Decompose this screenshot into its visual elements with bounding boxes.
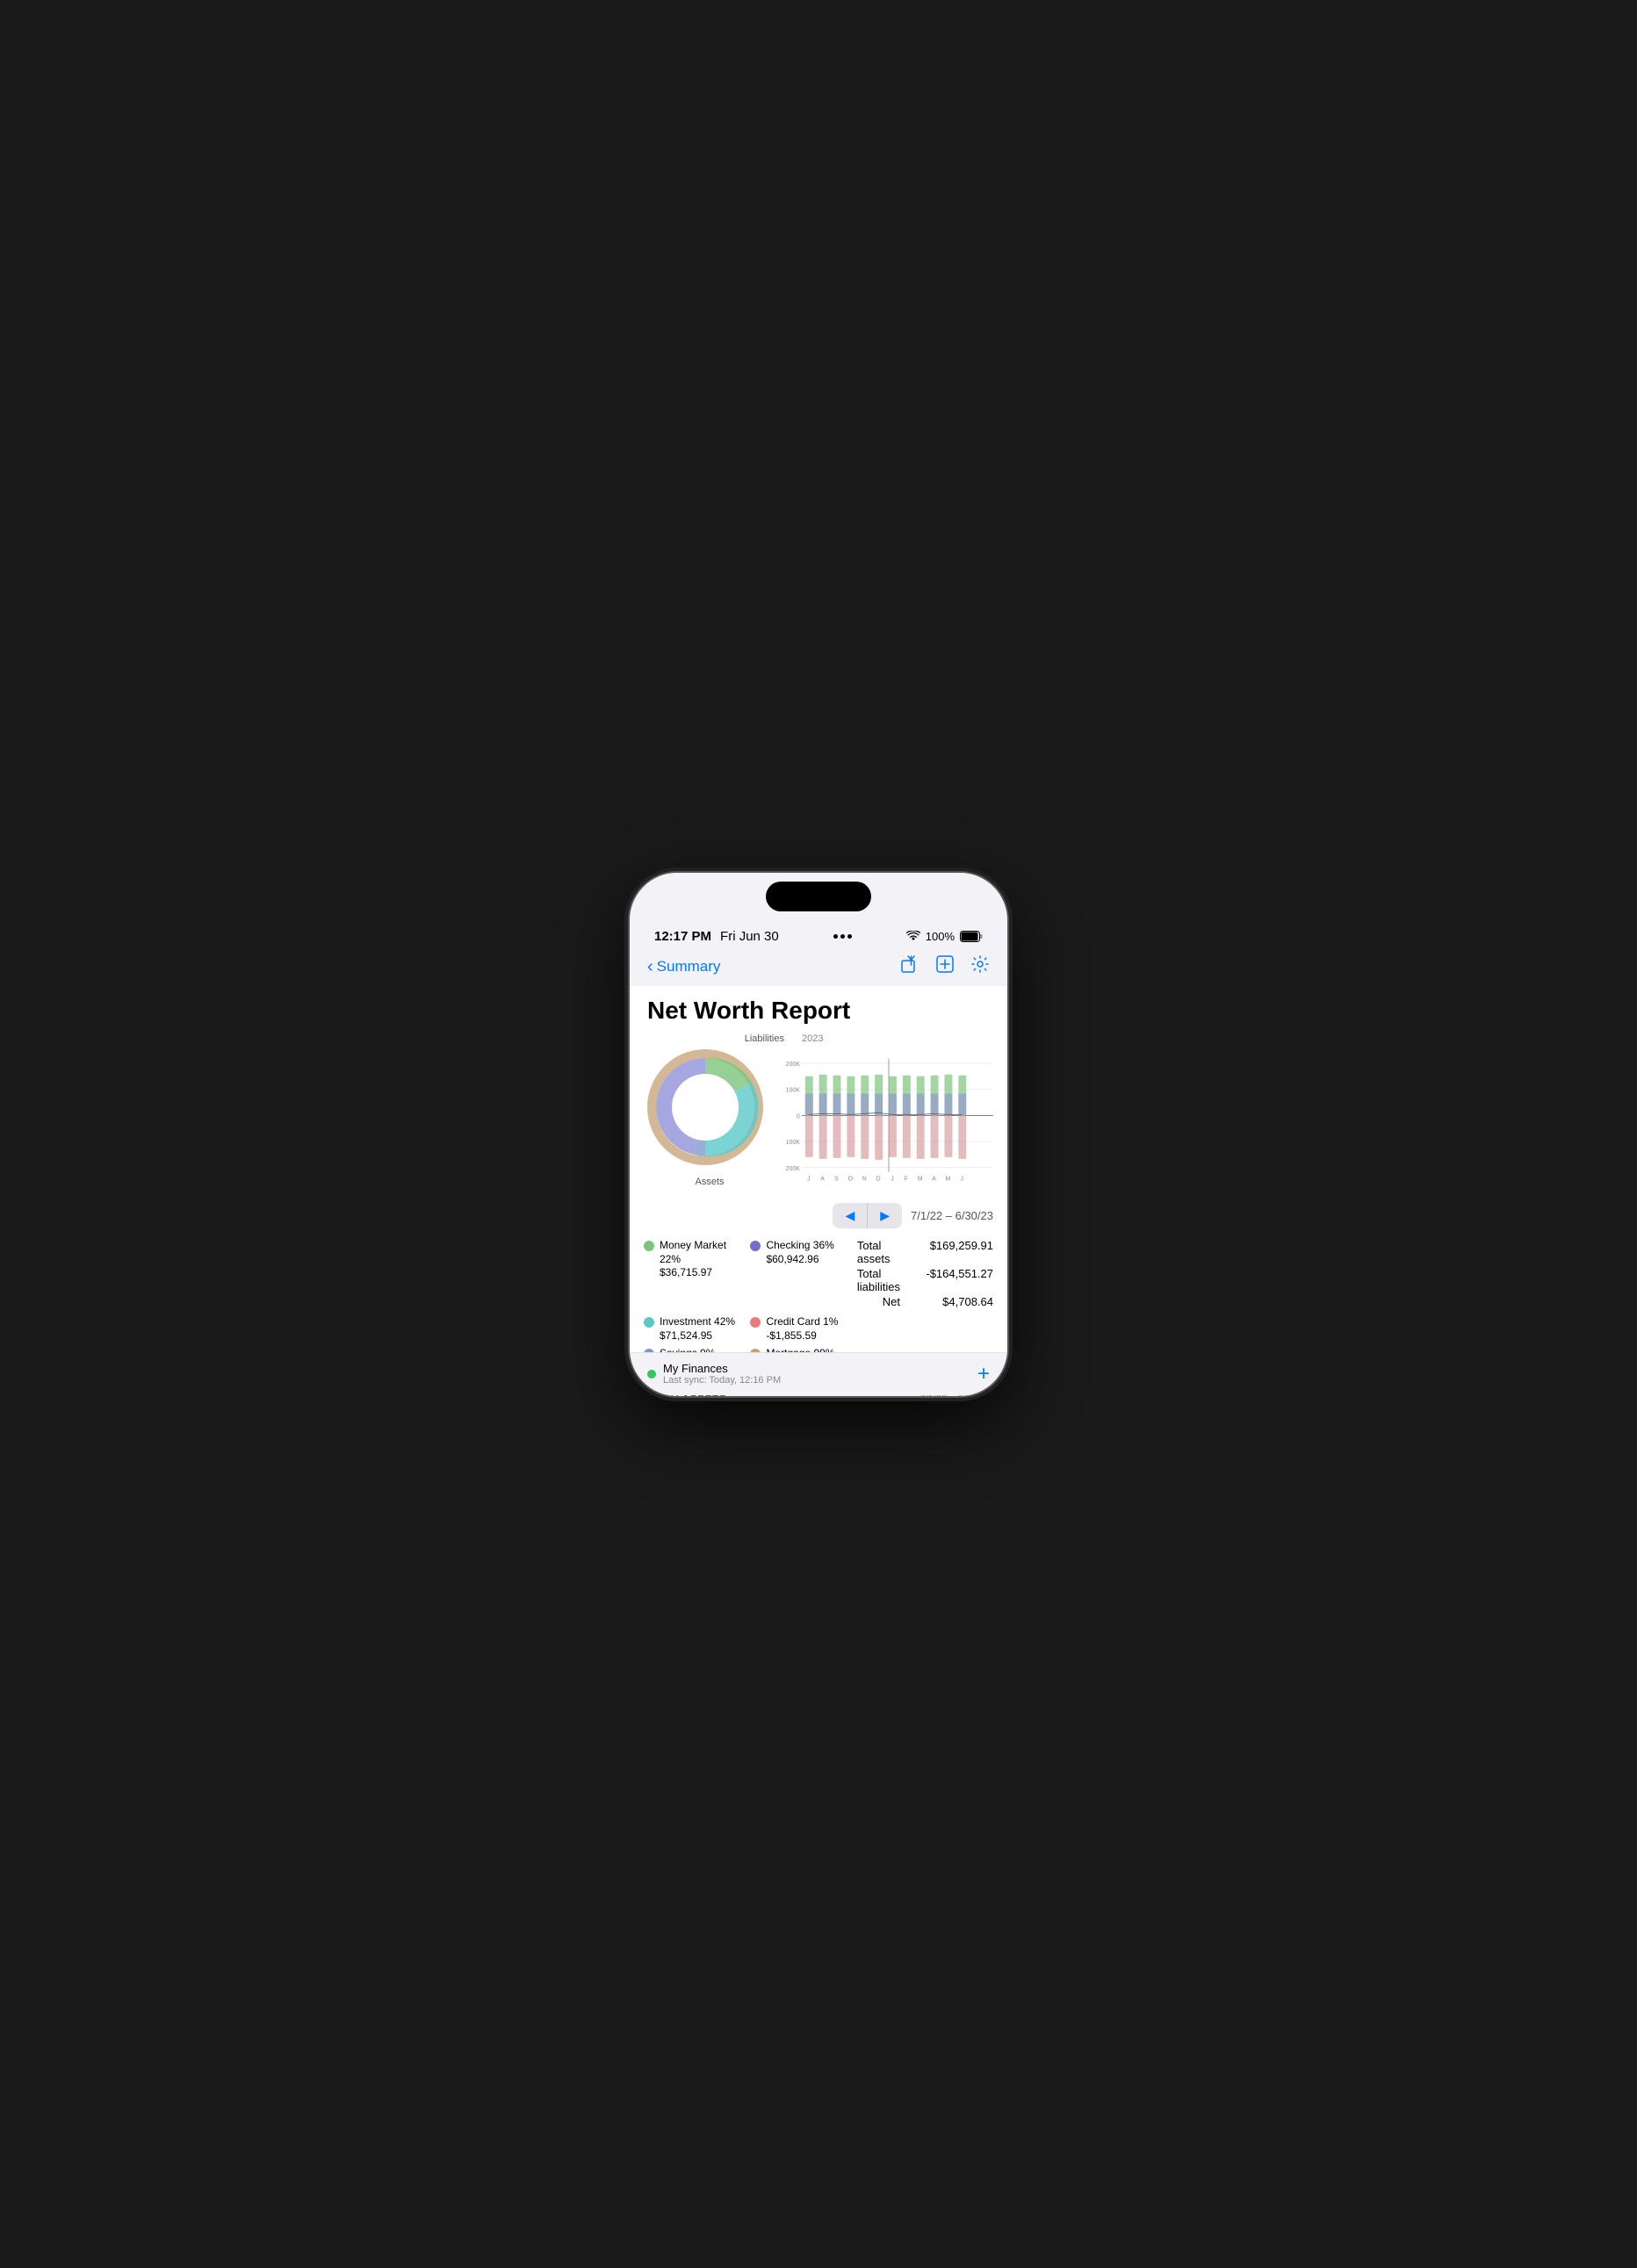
svg-text:S: S	[834, 1176, 839, 1182]
battery-icon	[960, 931, 983, 942]
dynamic-island-area	[630, 873, 1007, 917]
totals-right: Total assets $169,259.91 Total liabiliti…	[857, 1239, 993, 1310]
total-assets-value: $169,259.91	[914, 1239, 993, 1265]
legend-text-credit-card: Credit Card 1% -$1,855.59	[766, 1315, 838, 1342]
svg-text:100K: 100K	[786, 1087, 801, 1093]
svg-text:200K: 200K	[786, 1165, 801, 1171]
chart-container: Liabilities	[644, 1033, 993, 1190]
liabilities-label: Liabilities	[745, 1033, 784, 1044]
battery-text: 100%	[926, 930, 955, 943]
next-date-button[interactable]: ▶	[868, 1203, 902, 1228]
legend-dot-money-market	[644, 1241, 654, 1251]
sync-status: Last sync: Today, 12:16 PM	[663, 1376, 781, 1386]
screen: 12:17 PM Fri Jun 30 100%	[630, 873, 1007, 1396]
donut-chart-wrapper: Liabilities	[644, 1033, 775, 1187]
status-icons: 100%	[906, 930, 983, 943]
svg-text:J: J	[891, 1176, 893, 1182]
device-frame: 12:17 PM Fri Jun 30 100%	[630, 873, 1007, 1396]
legend-item-investment: Investment 42% $71,524.95	[644, 1315, 743, 1342]
nav-actions	[900, 954, 990, 979]
svg-text:J: J	[807, 1176, 810, 1182]
wifi-icon	[906, 931, 920, 941]
legend-amount-investment: $71,524.95	[660, 1329, 735, 1342]
dot1	[833, 934, 838, 939]
date-nav-buttons: ◀ ▶	[833, 1203, 902, 1228]
donut-chart	[644, 1046, 767, 1169]
net-label: Net	[883, 1295, 900, 1308]
svg-text:A: A	[932, 1176, 936, 1182]
sync-info: My Finances Last sync: Today, 12:16 PM	[647, 1363, 781, 1386]
back-button[interactable]: ‹ Summary	[647, 958, 720, 976]
legend-text-checking: Checking 36% $60,942.96	[766, 1239, 833, 1265]
totals-assets-row: Total assets $169,259.91	[857, 1239, 993, 1265]
sync-status-dot	[647, 1371, 656, 1379]
add-button[interactable]: +	[977, 1363, 990, 1387]
bar-chart-svg: 200K 100K 0 100K 200K	[784, 1046, 993, 1185]
svg-text:N: N	[862, 1176, 867, 1182]
donut-svg-wrap	[644, 1046, 775, 1173]
svg-text:M: M	[946, 1176, 951, 1182]
total-assets-label: Total assets	[857, 1239, 900, 1265]
legend-label-credit-card: Credit Card 1%	[766, 1315, 838, 1329]
status-bar: 12:17 PM Fri Jun 30 100%	[630, 917, 1007, 951]
back-chevron-icon: ‹	[647, 958, 653, 976]
add-chart-icon[interactable]	[935, 954, 955, 979]
chart-year-label: 2023	[802, 1033, 993, 1044]
legend-item-checking: Checking 36% $60,942.96	[750, 1239, 849, 1310]
legend-text-money-market: Money Market 22% $36,715.97	[660, 1239, 743, 1278]
svg-text:D: D	[876, 1176, 881, 1182]
svg-text:0: 0	[797, 1113, 800, 1120]
status-date: Fri Jun 30	[720, 929, 779, 944]
status-dots	[833, 934, 852, 939]
svg-text:A: A	[820, 1176, 825, 1182]
legend-amount-checking: $60,942.96	[766, 1253, 833, 1265]
total-liabilities-value: -$164,551.27	[914, 1267, 993, 1293]
legend-item-money-market: Money Market 22% $36,715.97	[644, 1239, 743, 1310]
legend-dot-credit-card	[750, 1317, 761, 1328]
status-time: 12:17 PM	[654, 929, 711, 944]
page-title: Net Worth Report	[630, 986, 1007, 1033]
dynamic-island	[766, 882, 871, 911]
svg-text:O: O	[848, 1176, 854, 1182]
legend-dot-investment	[644, 1317, 654, 1328]
legend-label-money-market: Money Market 22%	[660, 1239, 743, 1266]
legend-amount-credit-card: -$1,855.59	[766, 1329, 838, 1342]
share-icon[interactable]	[900, 954, 919, 979]
legend-item-credit-card: Credit Card 1% -$1,855.59	[750, 1315, 849, 1342]
assets-label: Assets	[644, 1177, 775, 1187]
legend-text-investment: Investment 42% $71,524.95	[660, 1315, 735, 1342]
chart-section: Liabilities	[630, 1033, 1007, 1199]
svg-text:200K: 200K	[786, 1061, 801, 1067]
svg-text:J: J	[961, 1176, 963, 1182]
legend-dot-checking	[750, 1241, 761, 1251]
bar-chart-wrap: 2023 200K 100K 0 100K	[784, 1033, 993, 1190]
total-liabilities-label: Total liabilities	[857, 1267, 900, 1293]
totals-net-row: Net $4,708.64	[883, 1295, 993, 1308]
date-nav: ◀ ▶ 7/1/22 – 6/30/23	[630, 1198, 1007, 1232]
svg-text:M: M	[918, 1176, 923, 1182]
svg-text:100K: 100K	[786, 1140, 801, 1146]
date-range-text: 7/1/22 – 6/30/23	[911, 1209, 993, 1222]
main-content: Net Worth Report Liabilities	[630, 986, 1007, 1396]
back-label: Summary	[657, 958, 721, 976]
dot2	[840, 934, 845, 939]
legend-label-checking: Checking 36%	[766, 1239, 833, 1253]
totals-liabilities-row: Total liabilities -$164,551.27	[857, 1267, 993, 1293]
dot3	[847, 934, 852, 939]
legend-spacer-1	[857, 1315, 993, 1342]
legend-amount-money-market: $36,715.97	[660, 1266, 743, 1278]
prev-date-button[interactable]: ◀	[833, 1203, 868, 1228]
settings-icon[interactable]	[970, 954, 990, 979]
svg-text:F: F	[905, 1176, 908, 1182]
sync-text-block: My Finances Last sync: Today, 12:16 PM	[663, 1363, 781, 1386]
bottom-bar: My Finances Last sync: Today, 12:16 PM +	[630, 1353, 1007, 1396]
sync-name: My Finances	[663, 1363, 781, 1376]
legend-label-investment: Investment 42%	[660, 1315, 735, 1329]
net-value: $4,708.64	[914, 1295, 993, 1308]
nav-bar: ‹ Summary	[630, 951, 1007, 986]
